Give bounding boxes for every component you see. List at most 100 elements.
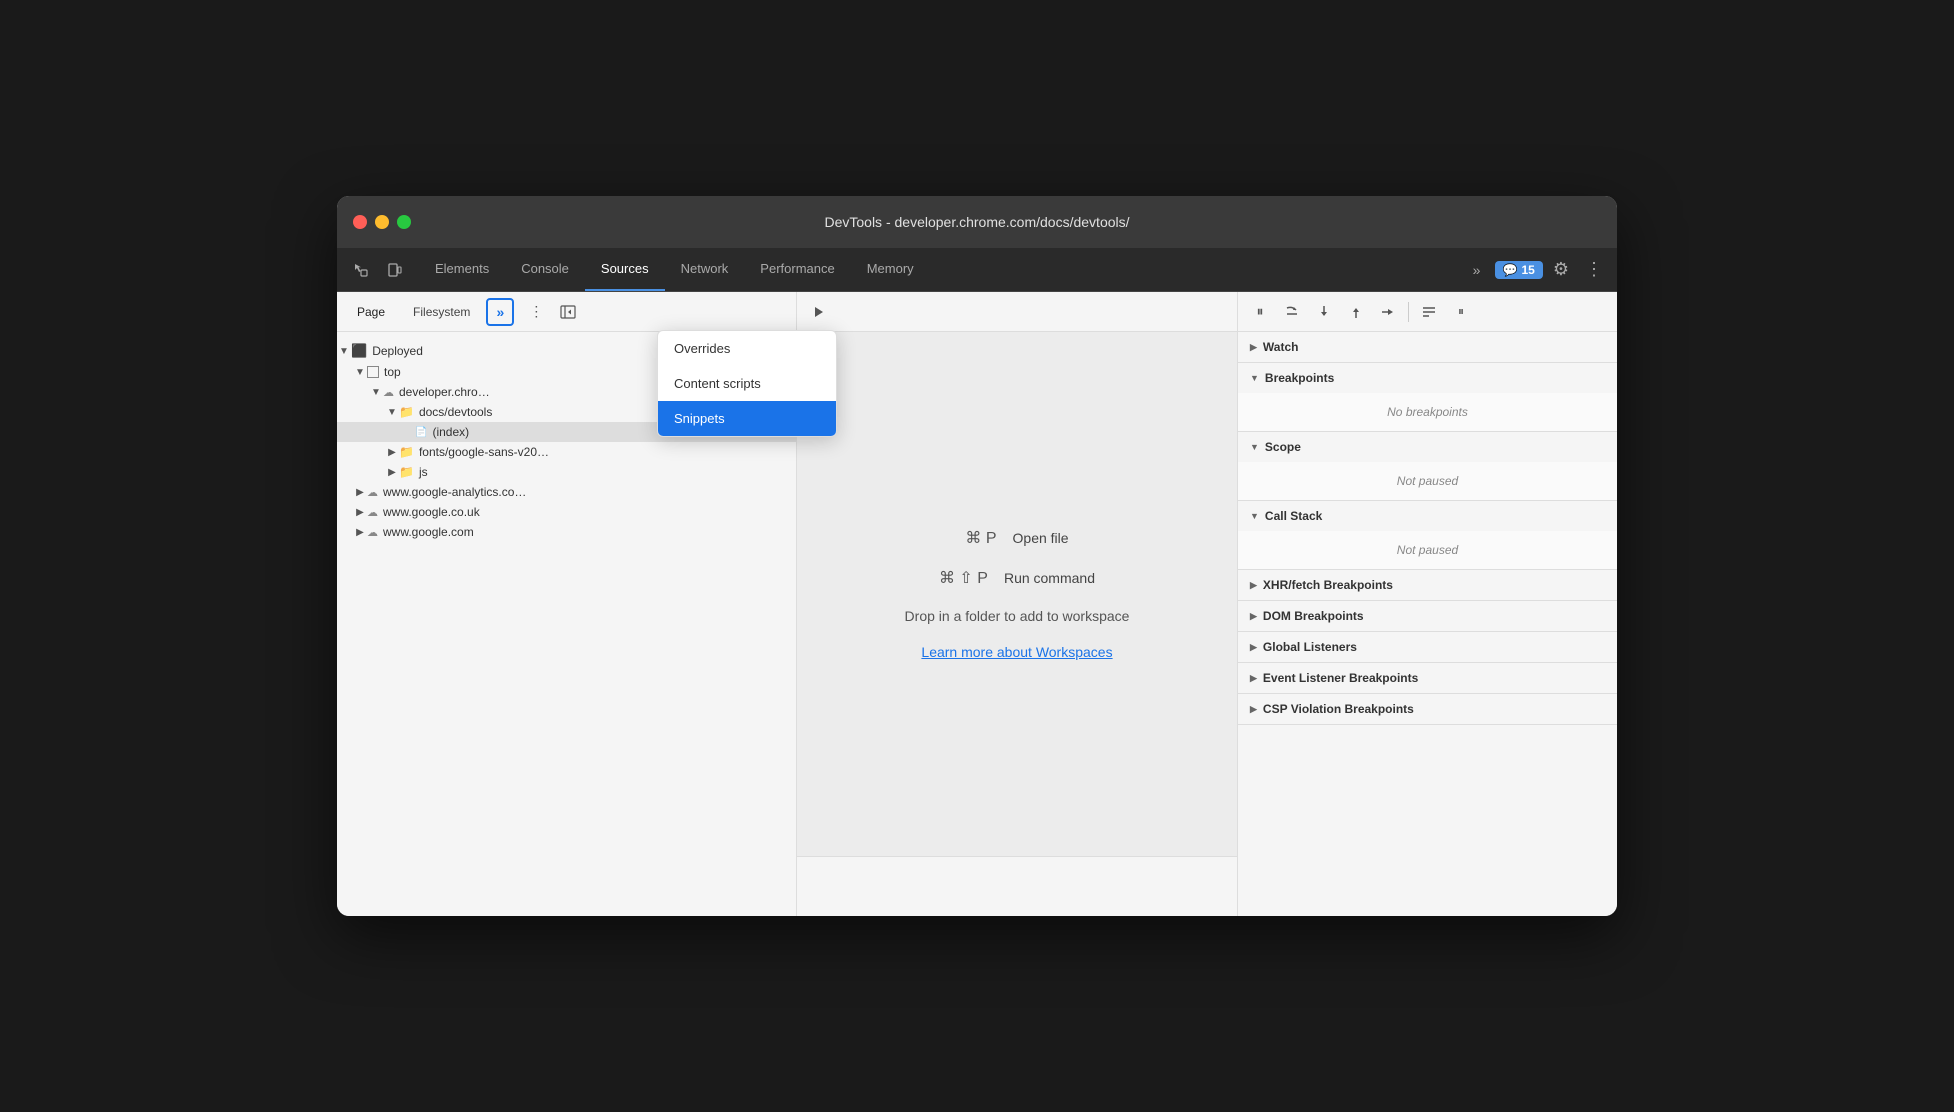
shortcut-label-run: Run command (1004, 570, 1095, 586)
three-dots-button[interactable]: ⋮ (522, 298, 550, 326)
dom-breakpoints-arrow: ▶ (1250, 611, 1257, 622)
cloud-icon: ☁ (367, 506, 378, 519)
workspace-learn-more-link[interactable]: Learn more about Workspaces (921, 644, 1112, 660)
pause-resume-button[interactable]: ⏸ (1246, 298, 1274, 326)
section-global-listeners: ▶ Global Listeners (1238, 632, 1617, 663)
step-out-button[interactable] (1342, 298, 1370, 326)
sections: ▶ Watch ▼ Breakpoints No breakpoints (1238, 332, 1617, 916)
shortcut-label-open: Open file (1013, 530, 1069, 546)
section-dom-breakpoints: ▶ DOM Breakpoints (1238, 601, 1617, 632)
tree-arrow: ▶ (353, 487, 367, 498)
sub-tab-filesystem[interactable]: Filesystem (401, 301, 482, 323)
toggle-left-panel-button[interactable] (554, 298, 582, 326)
tree-item-fonts[interactable]: ▶ 📁 fonts/google-sans-v20… (337, 442, 796, 462)
csp-violation-arrow: ▶ (1250, 704, 1257, 715)
step-over-button[interactable] (1278, 298, 1306, 326)
xhr-fetch-label: XHR/fetch Breakpoints (1263, 578, 1393, 592)
section-breakpoints-header[interactable]: ▼ Breakpoints (1238, 363, 1617, 393)
section-csp-violation-header[interactable]: ▶ CSP Violation Breakpoints (1238, 694, 1617, 724)
dropdown-snippets[interactable]: Snippets (658, 401, 836, 436)
debugger-toolbar: ⏸ (1238, 292, 1617, 332)
tree-arrow: ▼ (337, 346, 351, 357)
resume-button[interactable] (805, 298, 833, 326)
settings-button[interactable]: ⚙ (1547, 255, 1575, 284)
step-into-button[interactable] (1310, 298, 1338, 326)
step-button[interactable] (1374, 298, 1402, 326)
dropdown-overrides[interactable]: Overrides (658, 331, 836, 366)
section-event-listener-breakpoints-header[interactable]: ▶ Event Listener Breakpoints (1238, 663, 1617, 693)
section-call-stack-header[interactable]: ▼ Call Stack (1238, 501, 1617, 531)
tree-arrow: ▼ (385, 407, 399, 418)
tree-arrow: ▶ (353, 527, 367, 538)
breakpoints-arrow: ▼ (1250, 373, 1259, 383)
tree-arrow: ▼ (353, 367, 367, 378)
folder-icon: 📁 (399, 405, 414, 419)
sub-tab-bar: Page Filesystem » ⋮ (337, 292, 796, 332)
more-options-button[interactable]: ⋮ (1579, 255, 1609, 284)
tree-item-js[interactable]: ▶ 📁 js (337, 462, 796, 482)
square-icon (367, 366, 379, 378)
call-stack-content: Not paused (1238, 531, 1617, 569)
sub-tab-page[interactable]: Page (345, 301, 397, 323)
tree-arrow: ▼ (369, 387, 383, 398)
tree-arrow: ▶ (385, 447, 399, 458)
minimize-button[interactable] (375, 215, 389, 229)
inspect-element-button[interactable] (345, 254, 377, 286)
shortcut-key-open: ⌘ P (965, 528, 996, 548)
section-xhr-fetch-header[interactable]: ▶ XHR/fetch Breakpoints (1238, 570, 1617, 600)
section-scope-header[interactable]: ▼ Scope (1238, 432, 1617, 462)
maximize-button[interactable] (397, 215, 411, 229)
cloud-icon: ☁ (367, 526, 378, 539)
section-csp-violation: ▶ CSP Violation Breakpoints (1238, 694, 1617, 725)
box-icon: ⬛ (351, 343, 367, 359)
title-bar: DevTools - developer.chrome.com/docs/dev… (337, 196, 1617, 248)
tab-network[interactable]: Network (665, 248, 745, 291)
folder-icon: 📁 (399, 445, 414, 459)
shortcut-open-file: ⌘ P Open file (965, 528, 1068, 548)
file-icon: 📄 (415, 427, 427, 438)
event-listener-arrow: ▶ (1250, 673, 1257, 684)
tab-memory[interactable]: Memory (851, 248, 930, 291)
section-global-listeners-header[interactable]: ▶ Global Listeners (1238, 632, 1617, 662)
shortcut-run-command: ⌘ ⇧ P Run command (939, 568, 1095, 588)
scope-label: Scope (1265, 440, 1301, 454)
right-panel: ⏸ (1237, 292, 1617, 916)
tree-item-google-com[interactable]: ▶ ☁ www.google.com (337, 522, 796, 542)
tab-sources[interactable]: Sources (585, 248, 665, 291)
dropdown-content-scripts[interactable]: Content scripts (658, 366, 836, 401)
csp-violation-label: CSP Violation Breakpoints (1263, 702, 1414, 716)
folder-icon: 📁 (399, 465, 414, 479)
traffic-lights (353, 215, 411, 229)
pause-exceptions-button[interactable]: ⏸ (1447, 298, 1475, 326)
dropdown-menu: Overrides Content scripts Snippets (657, 330, 837, 437)
breakpoints-content: No breakpoints (1238, 393, 1617, 431)
workspace-drop-text: Drop in a folder to add to workspace (905, 608, 1130, 624)
left-panel: Page Filesystem » ⋮ (337, 292, 797, 916)
devtools-window: DevTools - developer.chrome.com/docs/dev… (337, 196, 1617, 916)
call-stack-label: Call Stack (1265, 509, 1322, 523)
call-stack-arrow: ▼ (1250, 511, 1259, 521)
section-watch-header[interactable]: ▶ Watch (1238, 332, 1617, 362)
global-listeners-arrow: ▶ (1250, 642, 1257, 653)
watch-arrow: ▶ (1250, 342, 1257, 353)
tab-bar: Elements Console Sources Network Perform… (337, 248, 1617, 292)
section-dom-breakpoints-header[interactable]: ▶ DOM Breakpoints (1238, 601, 1617, 631)
center-toolbar (797, 292, 1237, 332)
more-sub-tabs-button[interactable]: » (486, 298, 514, 326)
close-button[interactable] (353, 215, 367, 229)
tab-console[interactable]: Console (505, 248, 585, 291)
device-toolbar-button[interactable] (379, 254, 411, 286)
tree-item-google-analytics[interactable]: ▶ ☁ www.google-analytics.co… (337, 482, 796, 502)
center-panel: ⌘ P Open file ⌘ ⇧ P Run command Drop in … (797, 292, 1237, 916)
tab-performance[interactable]: Performance (744, 248, 850, 291)
more-tabs-button[interactable]: » (1463, 256, 1491, 284)
section-call-stack: ▼ Call Stack Not paused (1238, 501, 1617, 570)
tab-elements[interactable]: Elements (419, 248, 505, 291)
cloud-icon: ☁ (383, 386, 394, 399)
sub-tab-actions: ⋮ (522, 298, 582, 326)
shortcut-key-run: ⌘ ⇧ P (939, 568, 988, 588)
tree-item-google-uk[interactable]: ▶ ☁ www.google.co.uk (337, 502, 796, 522)
tab-bar-left-icons (345, 248, 411, 291)
deactivate-breakpoints-button[interactable] (1415, 298, 1443, 326)
notification-badge[interactable]: 💬 15 (1495, 261, 1543, 279)
